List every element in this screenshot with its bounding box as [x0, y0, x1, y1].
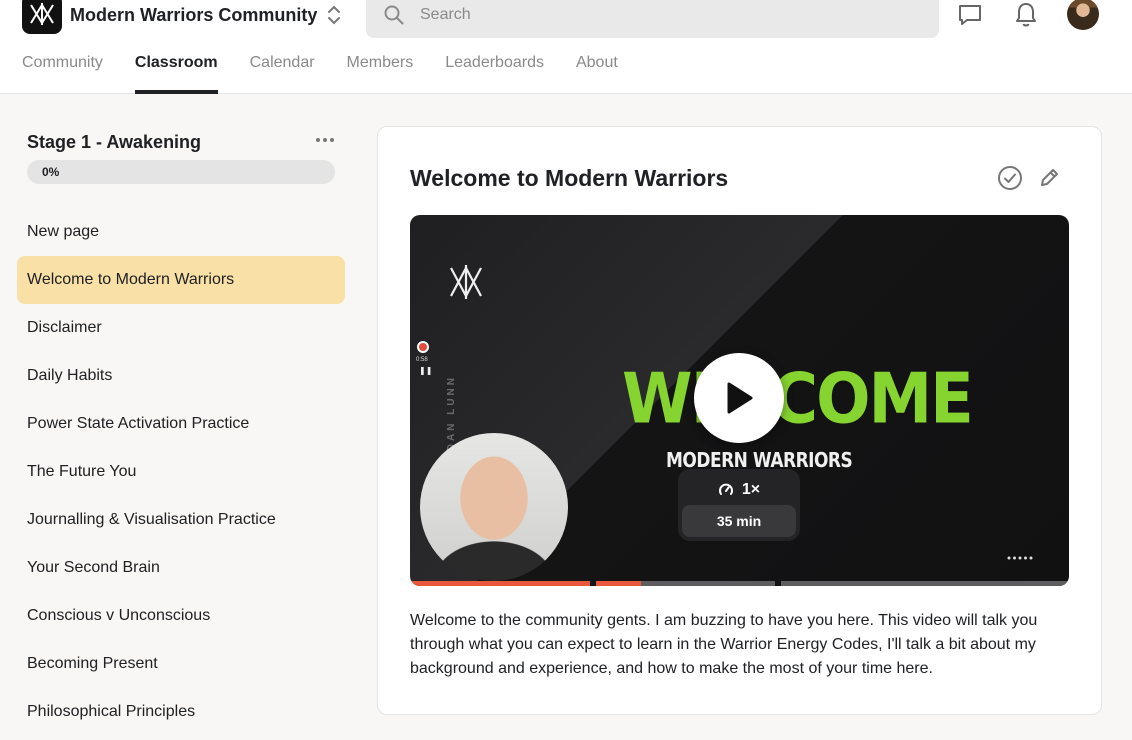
- tab-classroom[interactable]: Classroom: [134, 54, 218, 94]
- switcher-chevron-icon[interactable]: [326, 3, 342, 27]
- progress-fill: [410, 581, 590, 586]
- progress-fill: [596, 581, 641, 586]
- mark-complete-icon[interactable]: [997, 165, 1023, 191]
- lesson-list: New page Welcome to Modern Warriors Disc…: [17, 208, 345, 736]
- more-options-icon[interactable]: [314, 134, 336, 146]
- lesson-item-new-page[interactable]: New page: [17, 208, 345, 256]
- lesson-description: Welcome to the community gents. I am buz…: [410, 612, 1038, 677]
- search-icon: [384, 5, 404, 25]
- playback-speed-label: 1×: [741, 481, 761, 498]
- course-progress-label: 0%: [42, 165, 60, 179]
- video-menu-dots-icon[interactable]: [1006, 555, 1034, 561]
- lesson-item-disclaimer[interactable]: Disclaimer: [17, 304, 345, 352]
- video-player[interactable]: 0:58 ❚❚ DAN LUNN WELCOME MODERN WARRIORS…: [410, 215, 1069, 586]
- video-logo-icon: [450, 265, 482, 299]
- logo-icon: [30, 3, 54, 25]
- playback-speed-button[interactable]: 1×: [678, 475, 800, 505]
- playback-controls: 1× 35 min: [678, 469, 800, 541]
- presenter-webcam-bubble: [420, 433, 568, 581]
- play-icon: [727, 382, 753, 414]
- nav-tabs: Community Classroom Calendar Members Lea…: [22, 54, 650, 94]
- video-progress-bar[interactable]: [410, 581, 1069, 586]
- play-button[interactable]: [694, 353, 784, 443]
- tab-about[interactable]: About: [576, 54, 618, 94]
- lesson-title: Welcome to Modern Warriors: [410, 165, 729, 191]
- community-logo[interactable]: [22, 0, 62, 34]
- recording-dot-icon: [417, 341, 429, 353]
- lesson-item-second-brain[interactable]: Your Second Brain: [17, 544, 345, 592]
- top-header: Modern Warriors Community Community Clas…: [0, 0, 1132, 94]
- user-avatar[interactable]: [1067, 0, 1099, 30]
- video-duration: 35 min: [682, 505, 796, 537]
- video-vertical-text: DAN LUNN: [446, 375, 457, 452]
- course-title: Stage 1 - Awakening: [27, 132, 202, 152]
- lesson-item-daily-habits[interactable]: Daily Habits: [17, 352, 345, 400]
- video-headline: WELCOME: [622, 360, 974, 440]
- lesson-card: Welcome to Modern Warriors 0:58 ❚❚ DAN L…: [377, 126, 1102, 715]
- course-sidebar: Stage 1 - Awakening 0% New page Welcome …: [0, 94, 360, 740]
- tab-community[interactable]: Community: [22, 54, 103, 94]
- recording-pause-icon: ❚❚: [419, 366, 433, 375]
- chat-icon[interactable]: [957, 3, 983, 27]
- speed-gauge-icon: [718, 483, 733, 495]
- search-input[interactable]: [420, 2, 920, 28]
- lesson-item-philosophical[interactable]: Philosophical Principles: [17, 688, 345, 736]
- lesson-item-journalling[interactable]: Journalling & Visualisation Practice: [17, 496, 345, 544]
- tab-members[interactable]: Members: [347, 54, 414, 94]
- lesson-item-power-state[interactable]: Power State Activation Practice: [17, 400, 345, 448]
- tab-calendar[interactable]: Calendar: [250, 54, 315, 94]
- bell-icon[interactable]: [1014, 1, 1038, 29]
- course-progress-bar: 0%: [27, 160, 335, 184]
- lesson-item-becoming-present[interactable]: Becoming Present: [17, 640, 345, 688]
- lesson-item-welcome[interactable]: Welcome to Modern Warriors: [17, 256, 345, 304]
- lesson-item-conscious[interactable]: Conscious v Unconscious: [17, 592, 345, 640]
- community-name[interactable]: Modern Warriors Community: [70, 5, 317, 26]
- tab-leaderboards[interactable]: Leaderboards: [445, 54, 544, 94]
- search-bar[interactable]: [366, 0, 939, 38]
- edit-pencil-icon[interactable]: [1038, 167, 1060, 189]
- progress-segment: [781, 581, 1069, 586]
- lesson-item-future-you[interactable]: The Future You: [17, 448, 345, 496]
- recording-time: 0:58: [416, 357, 428, 363]
